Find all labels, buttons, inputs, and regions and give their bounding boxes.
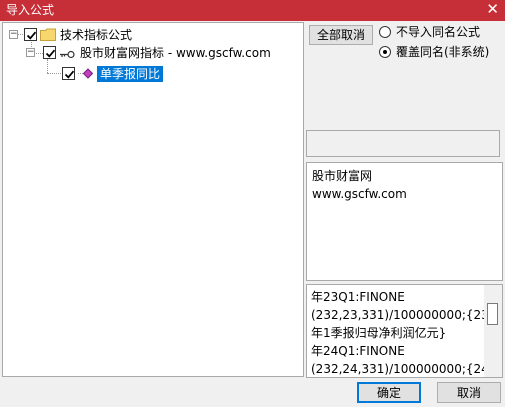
overwrite-same-name-radio[interactable] [379, 46, 391, 58]
formula-checkbox[interactable] [62, 67, 75, 80]
status-box [306, 130, 500, 157]
tree-node-group[interactable]: − 股市财富网指标 - www.gscfw.com [3, 44, 303, 62]
code-line: 年23Q1:FINONE [311, 290, 405, 304]
group-checkbox[interactable] [43, 46, 56, 59]
cancel-button[interactable]: 取消 [437, 382, 501, 403]
cancel-all-button[interactable]: 全部取消 [309, 25, 373, 45]
checkmark-icon [45, 49, 56, 58]
option-label: 覆盖同名(非系统) [396, 45, 490, 59]
radio-dot-icon [383, 50, 387, 54]
window-title: 导入公式 [6, 3, 55, 17]
option-label: 不导入同名公式 [396, 25, 481, 39]
description-line: www.gscfw.com [312, 187, 407, 201]
tree-node-label: 单季报同比 [97, 66, 164, 82]
code-line: 年1季报归母净利润亿元} [311, 326, 447, 340]
formula-code[interactable]: 年23Q1:FINONE (232,23,331)/100000000;{23 … [306, 284, 503, 378]
tree-node-root[interactable]: − 技术指标公式 [3, 26, 303, 44]
ok-button[interactable]: 确定 [357, 382, 421, 403]
scrollbar-thumb[interactable] [487, 303, 498, 325]
root-checkbox[interactable] [24, 28, 37, 41]
checkmark-icon [26, 31, 37, 40]
tree-node-formula[interactable]: 单季报同比 [3, 65, 303, 83]
code-line: (232,23,331)/100000000;{23 [311, 308, 485, 322]
formula-description: 股市财富网 www.gscfw.com [306, 162, 503, 281]
tree-node-label: 股市财富网指标 - www.gscfw.com [80, 46, 271, 60]
key-icon [59, 48, 75, 62]
code-line: (232,24,331)/100000000;{24 [311, 362, 485, 376]
code-scrollbar[interactable] [484, 285, 502, 377]
code-line: 年24Q1:FINONE [311, 344, 405, 358]
title-bar: 导入公式 ✕ [0, 0, 505, 21]
skip-same-name-radio[interactable] [379, 26, 391, 38]
formula-icon [78, 68, 94, 82]
collapse-icon[interactable]: − [26, 48, 35, 57]
collapse-icon[interactable]: − [9, 30, 18, 39]
option-skip-same-name[interactable]: 不导入同名公式 [379, 25, 501, 41]
close-icon[interactable]: ✕ [486, 1, 499, 18]
folder-icon [40, 28, 56, 44]
option-overwrite-same-name[interactable]: 覆盖同名(非系统) [379, 45, 501, 61]
description-line: 股市财富网 [312, 169, 373, 183]
checkmark-icon [64, 70, 75, 79]
formula-tree: − 技术指标公式 − 股市财富网指标 - www.gscfw.com 单季报同比 [2, 22, 304, 377]
tree-node-label: 技术指标公式 [60, 28, 133, 42]
